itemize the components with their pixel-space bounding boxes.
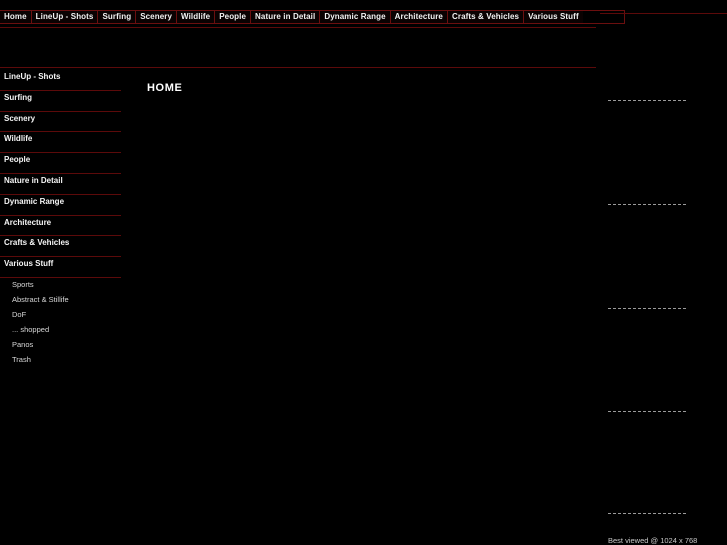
sidebar-item-label: LineUp - Shots: [4, 72, 61, 81]
best-viewed-note: Best viewed @ 1024 x 768: [608, 536, 698, 545]
right-column-divider: [608, 513, 686, 514]
sidebar-subitem-label: Trash: [12, 354, 31, 364]
sidebar-item-label: Wildlife: [4, 134, 33, 144]
sidebar-subitem-label: ... shopped: [12, 324, 50, 334]
sidebar-item-architecture[interactable]: Architecture: [0, 216, 121, 237]
sidebar-subitem-shopped[interactable]: ... shopped: [0, 323, 121, 338]
sidebar-subitem-trash[interactable]: Trash: [0, 353, 121, 368]
sidebar-subitem-abstract-stillife[interactable]: Abstract & Stillife: [0, 293, 121, 308]
sidebar-item-scenery[interactable]: Scenery: [0, 112, 121, 133]
main-content: HOME: [130, 70, 590, 94]
sidebar-subitem-sports[interactable]: Sports: [0, 278, 121, 293]
sidebar-item-label: Surfing: [4, 92, 32, 102]
topnav-item-scenery[interactable]: Scenery: [135, 10, 177, 24]
sidebar-item-lineup-shots[interactable]: LineUp - Shots: [0, 70, 121, 91]
topnav-item-dynamic-range[interactable]: Dynamic Range: [319, 10, 390, 24]
top-navigation-list: Home LineUp - Shots Surfing Scenery Wild…: [0, 10, 625, 24]
topnav-item-architecture[interactable]: Architecture: [389, 10, 447, 24]
topnav-item-home[interactable]: Home: [0, 10, 31, 24]
sidebar-subitem-label: DoF: [12, 309, 27, 319]
sidebar: LineUp - Shots Surfing Scenery Wildlife …: [0, 70, 121, 368]
right-column-divider: [608, 204, 686, 205]
sidebar-item-nature-in-detail[interactable]: Nature in Detail: [0, 174, 121, 195]
right-column: Best viewed @ 1024 x 768: [600, 0, 727, 545]
topnav-item-wildlife[interactable]: Wildlife: [176, 10, 215, 24]
sidebar-subitem-label: Panos: [12, 339, 34, 349]
sidebar-item-label: Architecture: [4, 217, 52, 227]
topnav-item-crafts-vehicles[interactable]: Crafts & Vehicles: [446, 10, 524, 24]
sidebar-item-label: Crafts & Vehicles: [4, 238, 70, 248]
sidebar-item-people[interactable]: People: [0, 153, 121, 174]
sidebar-subitem-label: Sports: [12, 279, 34, 289]
sidebar-item-crafts-vehicles[interactable]: Crafts & Vehicles: [0, 236, 121, 258]
sidebar-item-label: Various Stuff: [4, 259, 54, 269]
right-column-divider: [608, 411, 686, 412]
sidebar-subitem-dof[interactable]: DoF: [0, 308, 121, 323]
sidebar-item-dynamic-range[interactable]: Dynamic Range: [0, 195, 121, 216]
right-column-divider: [608, 100, 686, 101]
sidebar-subitem-panos[interactable]: Panos: [0, 338, 121, 353]
topnav-item-surfing[interactable]: Surfing: [97, 10, 136, 24]
topnav-item-nature-in-detail[interactable]: Nature in Detail: [250, 10, 320, 24]
sidebar-item-label: People: [4, 155, 31, 165]
page-root: Home LineUp - Shots Surfing Scenery Wild…: [0, 0, 727, 545]
sidebar-subitem-label: Abstract & Stillife: [12, 294, 69, 304]
sidebar-item-surfing[interactable]: Surfing: [0, 91, 121, 112]
header-band: [0, 28, 596, 68]
top-navigation-bar: Home LineUp - Shots Surfing Scenery Wild…: [0, 0, 625, 28]
sidebar-item-label: Scenery: [4, 113, 36, 123]
sidebar-item-wildlife[interactable]: Wildlife: [0, 132, 121, 154]
sidebar-item-label: Dynamic Range: [4, 196, 65, 206]
topnav-item-various-stuff[interactable]: Various Stuff: [523, 10, 583, 24]
sidebar-item-various-stuff[interactable]: Various Stuff: [0, 257, 121, 278]
topnav-item-people[interactable]: People: [214, 10, 251, 24]
page-title: HOME: [147, 82, 183, 94]
topnav-item-lineup-shots[interactable]: LineUp - Shots: [30, 10, 98, 24]
sidebar-item-label: Nature in Detail: [4, 175, 63, 185]
right-column-divider: [608, 308, 686, 309]
